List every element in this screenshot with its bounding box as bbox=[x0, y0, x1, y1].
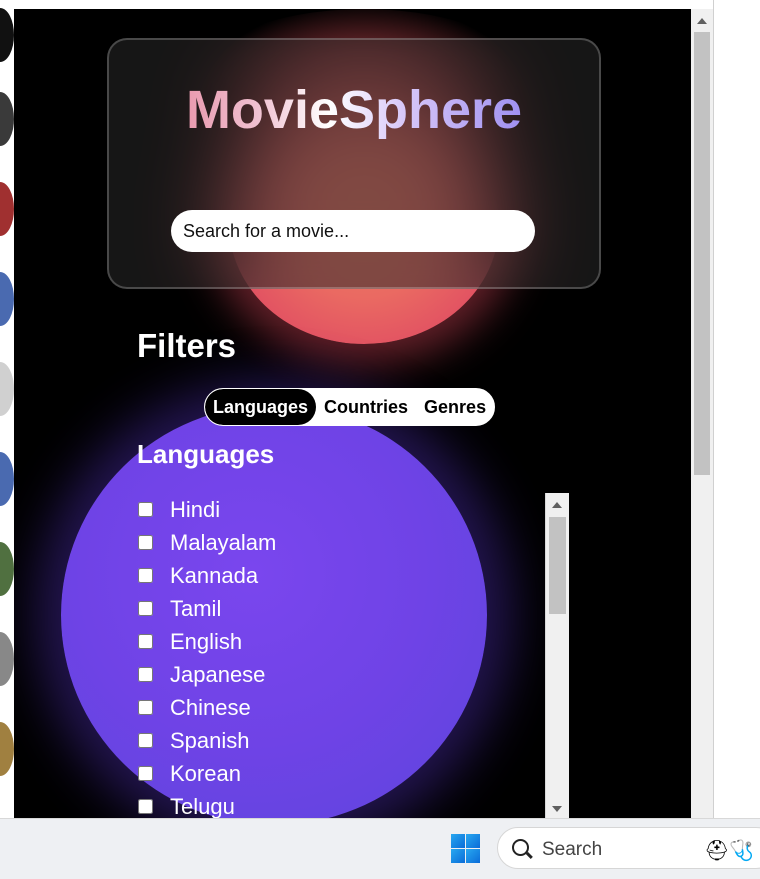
filter-tabs: Languages Countries Genres bbox=[204, 388, 496, 426]
search-highlight-icon: ⛑🩺 bbox=[704, 840, 755, 862]
scroll-down-icon[interactable] bbox=[552, 806, 562, 812]
desktop-app-icon[interactable] bbox=[0, 182, 14, 236]
page-viewport: MovieSphere Filters Languages Countries … bbox=[14, 9, 691, 818]
language-label: English bbox=[170, 628, 243, 654]
movie-search-input[interactable] bbox=[171, 210, 535, 252]
list-item[interactable]: Hindi bbox=[137, 493, 276, 526]
language-label: Hindi bbox=[170, 496, 221, 522]
desktop-app-icon[interactable] bbox=[0, 92, 14, 146]
window-top-edge bbox=[14, 0, 714, 9]
list-item[interactable]: Chinese bbox=[137, 691, 276, 724]
language-checkbox[interactable] bbox=[138, 502, 153, 517]
language-label: Tamil bbox=[170, 595, 222, 621]
filters-heading: Filters bbox=[137, 327, 237, 364]
windows-start-icon[interactable] bbox=[451, 834, 480, 863]
scrollbar-thumb[interactable] bbox=[694, 32, 710, 475]
desktop-app-icon[interactable] bbox=[0, 452, 14, 506]
tab-languages[interactable]: Languages bbox=[205, 389, 317, 425]
language-list: Hindi Malayalam Kannada Tamil English Ja… bbox=[137, 493, 276, 818]
desktop-app-icon[interactable] bbox=[0, 722, 14, 776]
language-label: Telugu bbox=[170, 793, 235, 819]
list-item[interactable]: English bbox=[137, 625, 276, 658]
languages-heading: Languages bbox=[137, 439, 275, 469]
app-title: MovieSphere bbox=[109, 78, 599, 142]
taskbar: Search ⛑🩺 bbox=[0, 818, 760, 879]
desktop-app-icon[interactable] bbox=[0, 8, 14, 62]
language-checkbox[interactable] bbox=[138, 568, 153, 583]
language-checkbox[interactable] bbox=[138, 799, 153, 814]
taskbar-search-label: Search bbox=[542, 839, 603, 860]
desktop-app-icon[interactable] bbox=[0, 632, 14, 686]
language-label: Kannada bbox=[170, 562, 259, 588]
list-item[interactable]: Telugu bbox=[137, 790, 276, 818]
desktop-app-icon[interactable] bbox=[0, 542, 14, 596]
language-checkbox[interactable] bbox=[138, 733, 153, 748]
hero-card: MovieSphere bbox=[107, 38, 601, 289]
scroll-up-icon[interactable] bbox=[697, 18, 707, 24]
scroll-up-icon[interactable] bbox=[552, 502, 562, 508]
language-label: Korean bbox=[170, 760, 241, 786]
list-item[interactable]: Malayalam bbox=[137, 526, 276, 559]
language-checkbox[interactable] bbox=[138, 766, 153, 781]
page-scrollbar[interactable] bbox=[691, 9, 713, 818]
list-item[interactable]: Kannada bbox=[137, 559, 276, 592]
list-item[interactable]: Tamil bbox=[137, 592, 276, 625]
language-checkbox[interactable] bbox=[138, 700, 153, 715]
language-list-scrollbar[interactable] bbox=[545, 493, 569, 818]
language-checkbox[interactable] bbox=[138, 601, 153, 616]
language-checkbox[interactable] bbox=[138, 634, 153, 649]
list-item[interactable]: Spanish bbox=[137, 724, 276, 757]
language-label: Japanese bbox=[170, 661, 266, 687]
list-item[interactable]: Korean bbox=[137, 757, 276, 790]
tab-countries[interactable]: Countries bbox=[316, 389, 416, 425]
taskbar-search-box[interactable]: Search ⛑🩺 bbox=[497, 827, 760, 869]
language-label: Chinese bbox=[170, 694, 251, 720]
desktop-icon-strip bbox=[0, 0, 14, 818]
language-checkbox[interactable] bbox=[138, 667, 153, 682]
desktop-background bbox=[714, 0, 760, 818]
tab-genres[interactable]: Genres bbox=[416, 389, 494, 425]
language-label: Malayalam bbox=[170, 529, 277, 555]
desktop-app-icon[interactable] bbox=[0, 272, 14, 326]
language-checkbox[interactable] bbox=[138, 535, 153, 550]
search-icon bbox=[512, 839, 529, 856]
list-item[interactable]: Japanese bbox=[137, 658, 276, 691]
desktop-app-icon[interactable] bbox=[0, 362, 14, 416]
language-label: Spanish bbox=[170, 727, 250, 753]
scrollbar-thumb[interactable] bbox=[549, 517, 566, 614]
